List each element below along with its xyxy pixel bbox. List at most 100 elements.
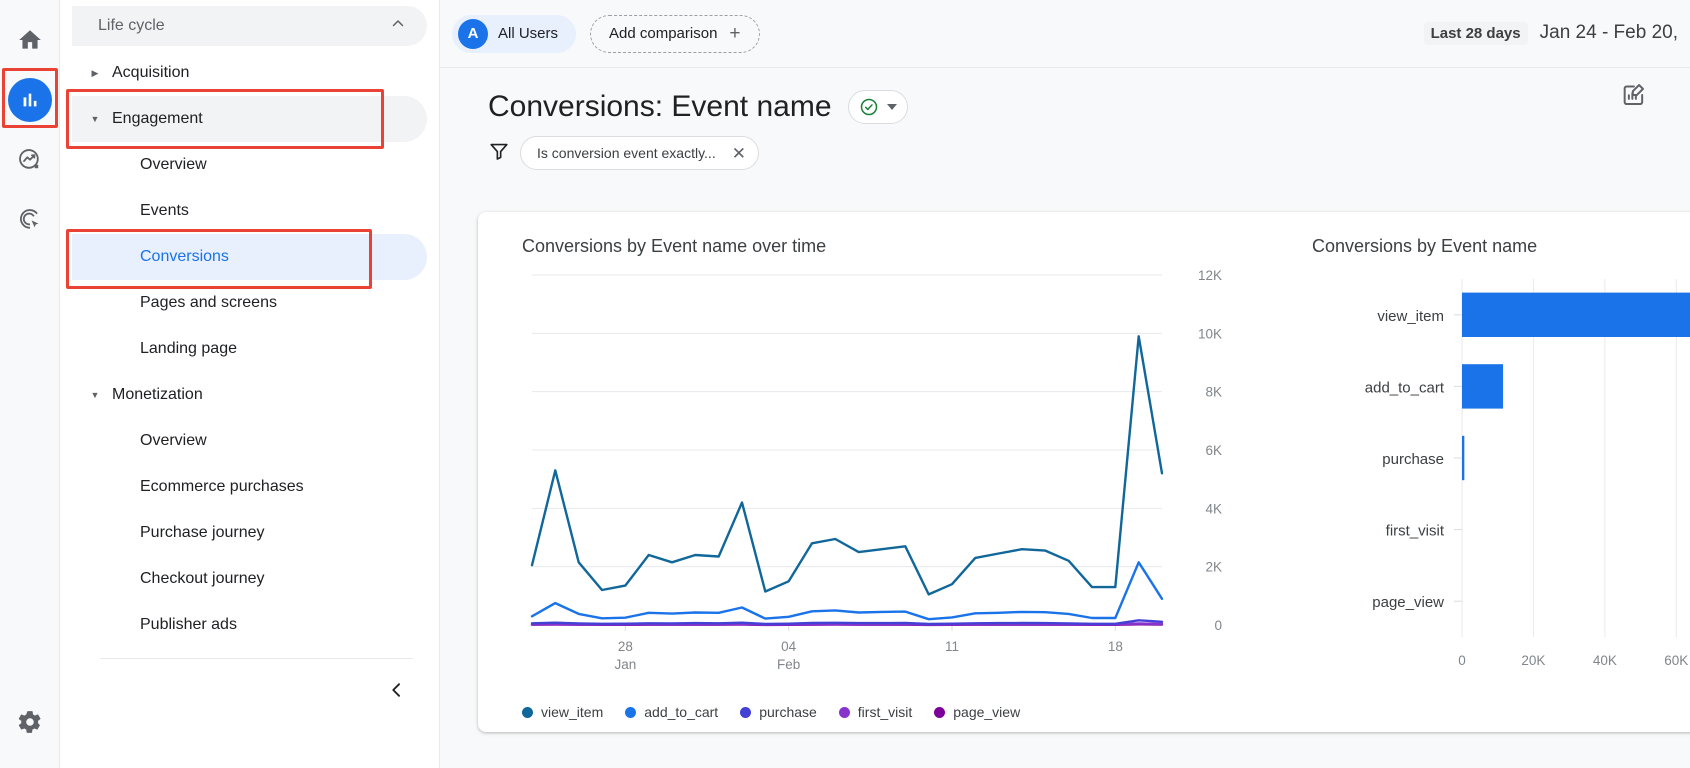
sidebar-item-checkout-journey[interactable]: Checkout journey	[72, 556, 427, 602]
bar-x-axis-tick-label: 40K	[1593, 653, 1617, 668]
bar-category-label: page_view	[1372, 594, 1444, 611]
sidebar-item-monetization[interactable]: ▼ Monetization	[72, 372, 427, 418]
legend-color-swatch	[740, 706, 752, 718]
bar-x-axis-tick-label: 0	[1458, 653, 1466, 668]
add-comparison-label: Add comparison	[609, 25, 718, 42]
legend-color-swatch	[522, 706, 533, 718]
sidebar-item-label: Engagement	[112, 110, 203, 127]
add-comparison-button[interactable]: Add comparison +	[590, 14, 760, 53]
date-preset-badge: Last 28 days	[1423, 22, 1528, 45]
sidebar-item-publisher-ads[interactable]: Publisher ads	[72, 602, 427, 648]
avatar: A	[458, 18, 488, 49]
sidebar-item-acquisition[interactable]: ▶ Acquisition	[72, 50, 427, 96]
plus-icon: +	[729, 23, 741, 44]
bar-purchase[interactable]	[1462, 435, 1465, 481]
legend-item[interactable]: view_item	[522, 704, 603, 720]
x-axis-tick-label: 04	[781, 639, 797, 654]
x-axis-tick-label: 11	[945, 639, 959, 654]
page-title-row: Conversions: Event name	[440, 68, 1690, 124]
report-topbar: A All Users Add comparison + Last 28 day…	[440, 0, 1690, 68]
sidebar-item-label: Checkout journey	[140, 570, 265, 587]
bar-category-label: add_to_cart	[1365, 379, 1445, 396]
legend-label: page_view	[953, 704, 1021, 720]
y-axis-tick-label: 10K	[1198, 326, 1222, 341]
line-series-add_to_cart	[530, 561, 1164, 621]
sidebar-item-purchase-journey[interactable]: Purchase journey	[72, 510, 427, 556]
segment-all-users-chip[interactable]: A All Users	[452, 14, 577, 53]
y-axis-tick-label: 0	[1214, 618, 1222, 633]
sidebar-item-label: Monetization	[112, 386, 203, 403]
bar-add_to_cart[interactable]	[1462, 364, 1504, 409]
legend-item[interactable]: first_visit	[838, 704, 913, 720]
bar-chart-holder[interactable]: 0 20K 40K 60K view_item add_to_cart purchase fi…	[1312, 257, 1690, 702]
collapse-sidebar-button[interactable]	[381, 674, 413, 706]
line-chart-svg[interactable]: 0 2K 4K 6K 8K 10K 12K 28 Jan 04 Feb 11 18	[522, 257, 1282, 687]
line-chart-holder[interactable]: 0 2K 4K 6K 8K 10K 12K 28 Jan 04 Feb 11 18	[522, 257, 1288, 692]
legend-color-swatch	[625, 706, 637, 718]
sidebar-item-pages-and-screens[interactable]: Pages and screens	[72, 280, 427, 326]
check-circle-icon	[859, 97, 879, 117]
icon-rail	[0, 0, 60, 768]
explore-icon[interactable]	[8, 138, 52, 182]
x-axis-tick-sublabel: Feb	[777, 657, 800, 672]
legend-label: add_to_cart	[644, 704, 719, 720]
bar-x-axis-tick-label: 60K	[1664, 653, 1688, 668]
sidebar-item-label: Overview	[140, 432, 207, 449]
chevron-down-icon: ▼	[90, 390, 100, 400]
report-status-dropdown[interactable]	[847, 90, 908, 124]
gear-icon[interactable]	[8, 700, 52, 744]
sidebar-item-ecommerce-purchases[interactable]: Ecommerce purchases	[72, 464, 427, 510]
sidebar-item-engagement[interactable]: ▼ Engagement	[72, 96, 427, 142]
analytics-app: Life cycle ▶ Acquisition ▼ Engagement Ov…	[0, 0, 1690, 768]
bar-category-label: view_item	[1377, 308, 1444, 325]
sidebar-item-conversions[interactable]: Conversions	[72, 234, 427, 280]
sidebar-item-label: Publisher ads	[140, 616, 237, 633]
reports-icon[interactable]	[7, 78, 52, 122]
bar-chart-svg[interactable]: 0 20K 40K 60K view_item add_to_cart purchase fi…	[1312, 257, 1690, 697]
y-axis-tick-label: 6K	[1205, 443, 1222, 458]
chevron-down-icon	[886, 104, 897, 110]
y-axis-tick-label: 4K	[1205, 501, 1222, 516]
edit-report-icon[interactable]	[1620, 80, 1648, 113]
legend-item[interactable]: purchase	[740, 704, 817, 720]
line-chart-panel: Conversions by Event name over time 0 2K 4…	[478, 212, 1288, 732]
segment-label: All Users	[498, 25, 559, 42]
sidebar-item-landing-page[interactable]: Landing page	[72, 326, 427, 372]
y-axis-tick-label: 12K	[1198, 268, 1222, 283]
sidebar-item-monetization-overview[interactable]: Overview	[72, 418, 427, 464]
legend-color-swatch	[838, 706, 850, 718]
legend-color-swatch	[934, 706, 946, 718]
filter-icon	[488, 140, 510, 167]
sidebar-item-engagement-overview[interactable]: Overview	[72, 142, 427, 188]
line-series-purchase	[530, 619, 1164, 626]
reports-active-indicator	[7, 78, 52, 122]
line-chart-title: Conversions by Event name over time	[522, 236, 827, 256]
sidebar-item-label: Purchase journey	[140, 524, 265, 541]
bar-view_item[interactable]	[1462, 292, 1690, 337]
nav-group-life-cycle[interactable]: Life cycle	[72, 6, 427, 46]
bar-chart-panel: Conversions by Event name 0 20K 40K 60K view…	[1288, 212, 1690, 732]
sidebar-item-label: Ecommerce purchases	[140, 478, 304, 495]
report-navigation: Life cycle ▶ Acquisition ▼ Engagement Ov…	[60, 0, 440, 768]
chevron-right-icon: ▶	[91, 67, 99, 78]
chevron-up-icon	[389, 15, 407, 38]
home-icon[interactable]	[8, 18, 52, 62]
date-range-picker[interactable]: Last 28 days Jan 24 - Feb 20,	[1423, 22, 1678, 45]
filter-row: Is conversion event exactly... ✕	[440, 124, 1690, 170]
bar-category-label: purchase	[1382, 451, 1444, 468]
y-axis-tick-label: 2K	[1205, 560, 1222, 575]
main-content: A All Users Add comparison + Last 28 day…	[440, 0, 1690, 768]
legend-item[interactable]: add_to_cart	[625, 704, 718, 720]
legend-item[interactable]: page_view	[934, 704, 1020, 720]
line-chart-legend: view_item add_to_cart purchase first_vis…	[522, 704, 1020, 720]
bar-category-label: first_visit	[1386, 523, 1445, 540]
sidebar-item-events[interactable]: Events	[72, 188, 427, 234]
filter-chip-conversion-event[interactable]: Is conversion event exactly... ✕	[520, 136, 759, 170]
sidebar-item-label: Overview	[140, 156, 207, 173]
legend-label: first_visit	[857, 704, 913, 720]
x-axis-tick-label: 28	[618, 639, 633, 654]
nav-group-label: Life cycle	[98, 17, 165, 34]
x-axis-tick-sublabel: Jan	[614, 657, 636, 672]
close-icon[interactable]: ✕	[732, 145, 746, 162]
advertising-icon[interactable]	[8, 198, 52, 242]
